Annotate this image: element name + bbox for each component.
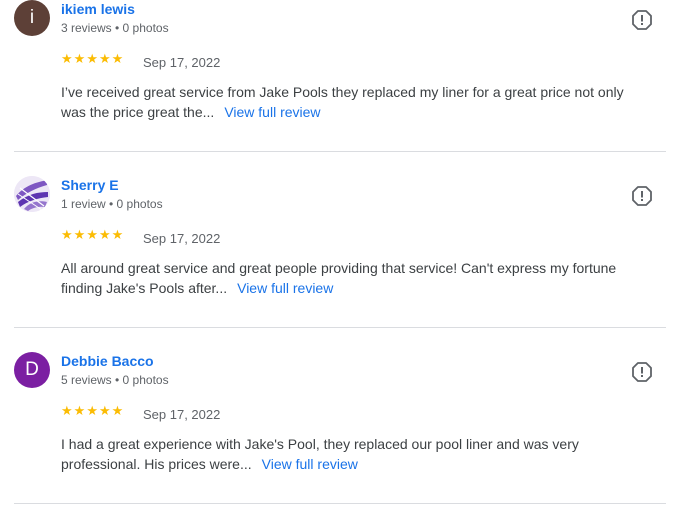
divider (14, 151, 666, 152)
view-full-review-link[interactable]: View full review (237, 280, 333, 296)
reviewer-name[interactable]: Sherry E (61, 177, 119, 193)
star-icon: ★ (61, 51, 73, 66)
review-card: i ikiem lewis 3 reviews • 0 photos ★ ★ ★… (0, 0, 673, 176)
divider (14, 503, 666, 504)
avatar[interactable]: i (14, 0, 50, 36)
star-icon: ★ (111, 403, 124, 418)
review-card: Sherry E 1 review • 0 photos ★ ★ ★ ★ ★ S… (0, 176, 673, 352)
avatar-photo (14, 176, 50, 212)
star-rating: ★ ★ ★ ★ ★ (61, 52, 123, 66)
avatar[interactable] (14, 176, 50, 212)
star-icon: ★ (73, 403, 86, 418)
review-text: All around great service and great peopl… (61, 260, 617, 296)
avatar-letter: i (29, 7, 35, 28)
report-icon[interactable] (630, 8, 654, 32)
review-date: Sep 17, 2022 (143, 407, 221, 422)
reviewer-meta: 3 reviews • 0 photos (61, 21, 169, 35)
view-full-review-link[interactable]: View full review (262, 456, 358, 472)
review-date: Sep 17, 2022 (143, 231, 221, 246)
review-text-block: I had a great experience with Jake's Poo… (61, 434, 651, 474)
avatar-letter: D (25, 359, 39, 380)
review-text: I’ve received great service from Jake Po… (61, 84, 624, 120)
reviewer-meta: 5 reviews • 0 photos (61, 373, 169, 387)
reviewer-name[interactable]: Debbie Bacco (61, 353, 154, 369)
review-date: Sep 17, 2022 (143, 55, 221, 70)
reviews-list: i ikiem lewis 3 reviews • 0 photos ★ ★ ★… (0, 0, 673, 508)
star-icon: ★ (73, 227, 86, 242)
star-icon: ★ (86, 51, 98, 66)
star-icon: ★ (86, 403, 98, 418)
review-text-block: I’ve received great service from Jake Po… (61, 82, 651, 122)
star-icon: ★ (86, 227, 98, 242)
star-icon: ★ (111, 227, 124, 242)
review-text-block: All around great service and great peopl… (61, 258, 651, 298)
star-icon: ★ (61, 403, 73, 418)
report-icon[interactable] (630, 360, 654, 384)
star-icon: ★ (98, 403, 111, 418)
star-icon: ★ (98, 227, 111, 242)
star-icon: ★ (73, 51, 86, 66)
reviewer-meta: 1 review • 0 photos (61, 197, 163, 211)
review-card: D Debbie Bacco 5 reviews • 0 photos ★ ★ … (0, 352, 673, 508)
star-icon: ★ (98, 51, 111, 66)
divider (14, 327, 666, 328)
view-full-review-link[interactable]: View full review (224, 104, 320, 120)
report-icon[interactable] (630, 184, 654, 208)
star-icon: ★ (111, 51, 124, 66)
reviewer-name[interactable]: ikiem lewis (61, 1, 135, 17)
star-rating: ★ ★ ★ ★ ★ (61, 228, 123, 242)
star-rating: ★ ★ ★ ★ ★ (61, 404, 123, 418)
star-icon: ★ (61, 227, 73, 242)
avatar[interactable]: D (14, 352, 50, 388)
